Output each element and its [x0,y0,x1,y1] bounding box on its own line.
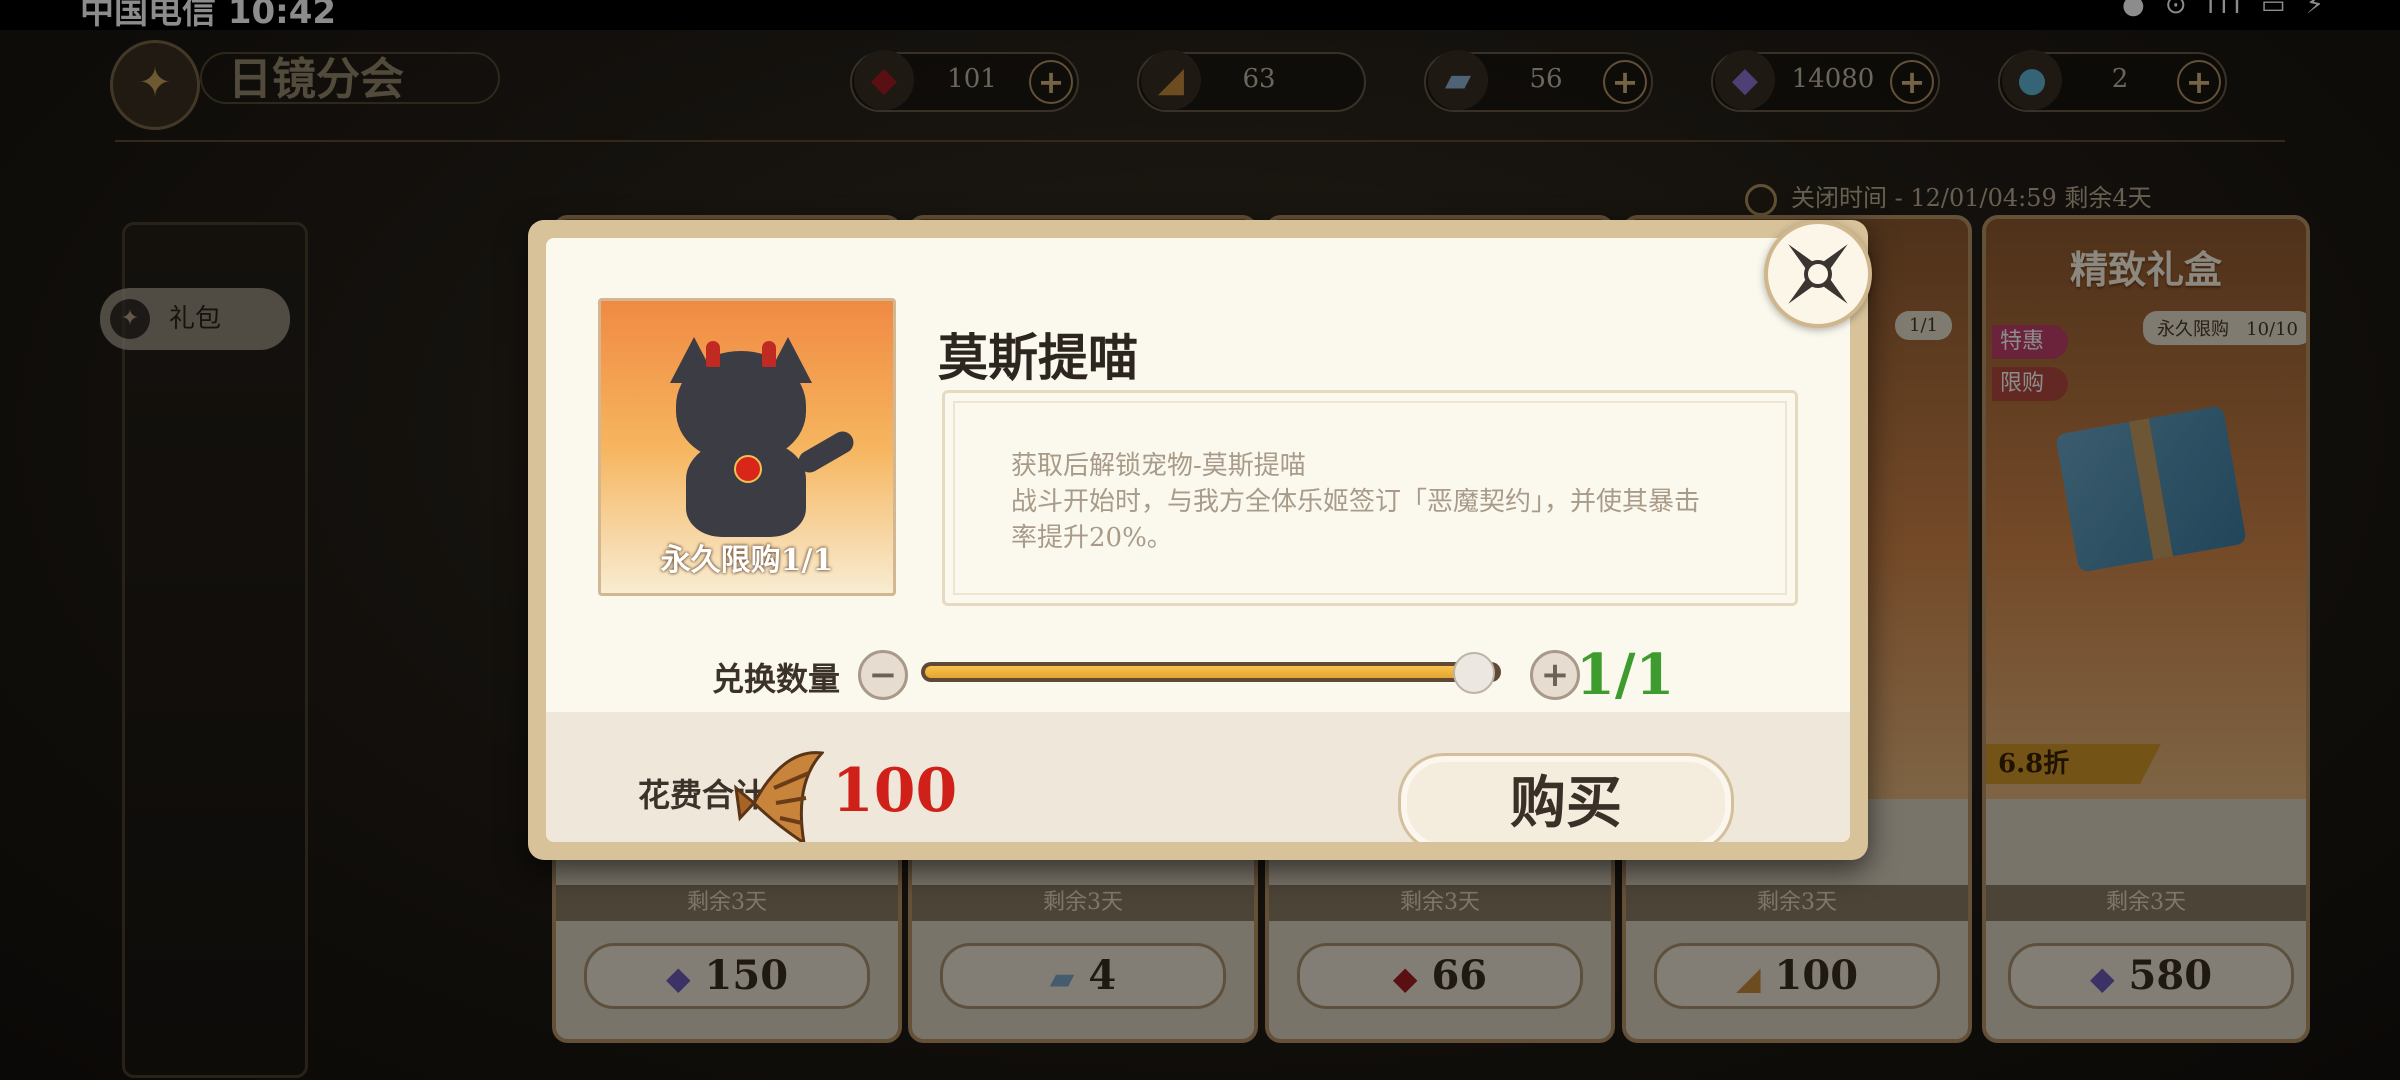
decrease-quantity-button[interactable]: − [858,650,908,700]
quantity-slider[interactable] [921,652,1501,694]
purchase-dialog: 永久限购1/1 莫斯提喵 获取后解锁宠物-莫斯提喵 战斗开始时，与我方全体乐姬签… [528,220,1872,860]
fish-coin-icon [734,751,824,842]
dialog-body: 永久限购1/1 莫斯提喵 获取后解锁宠物-莫斯提喵 战斗开始时，与我方全体乐姬签… [546,238,1850,842]
total-cost: 100 [832,756,958,826]
quantity-label: 兑换数量 [712,660,841,698]
item-purchase-limit: 永久限购1/1 [660,543,834,578]
increase-quantity-button[interactable]: + [1530,650,1580,700]
item-preview: 永久限购1/1 [598,298,896,596]
quantity-value: 1/1 [1576,642,1675,708]
close-dialog-button[interactable] [1764,220,1872,328]
description-line: 获取后解锁宠物-莫斯提喵 [1011,451,1306,481]
description-line: 率提升20%。 [1011,523,1173,553]
pet-cat-image [646,337,858,541]
slider-handle[interactable] [1453,652,1495,694]
close-icon [1788,244,1848,304]
item-name: 莫斯提喵 [938,328,1138,387]
description-line: 战斗开始时，与我方全体乐姬签订「恶魔契约」，并使其暴击 [1011,487,1701,517]
slider-fill [925,666,1467,678]
buy-button[interactable]: 购买 [1398,753,1734,842]
item-description: 获取后解锁宠物-莫斯提喵 战斗开始时，与我方全体乐姬签订「恶魔契约」，并使其暴击… [942,390,1798,606]
